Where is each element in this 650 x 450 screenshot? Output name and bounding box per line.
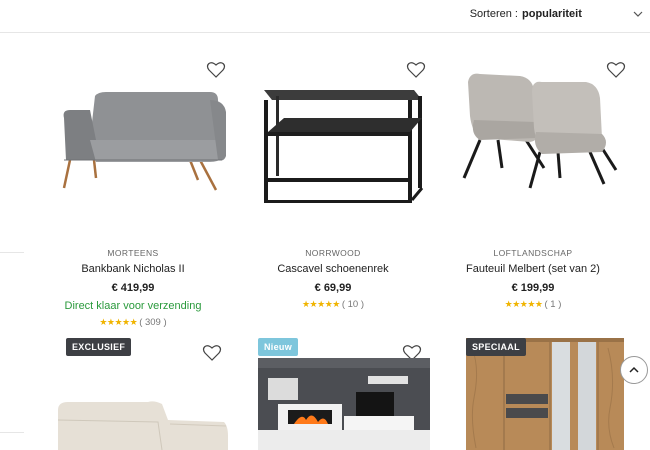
product-image-shoe-rack[interactable] <box>240 60 426 225</box>
review-count: ( 309 ) <box>139 317 167 328</box>
review-count: ( 10 ) <box>341 299 365 310</box>
product-name[interactable]: Fauteuil Melbert (set van 2) <box>440 263 626 275</box>
product-rating: ★★★★★ ( 10 ) <box>240 299 426 310</box>
product-image-chairs[interactable] <box>440 60 626 225</box>
chevron-down-icon <box>633 11 643 17</box>
product-price: € 199,99 <box>511 282 555 294</box>
filter-divider <box>0 252 24 253</box>
sort-bar: Sorteren : populariteit <box>0 0 650 33</box>
new-badge: Nieuw <box>258 338 299 356</box>
filter-divider <box>0 432 24 433</box>
sort-label: Sorteren : <box>469 8 518 20</box>
product-price: € 419,99 <box>111 282 155 294</box>
product-info: LOFTLANDSCHAP Fauteuil Melbert (set van … <box>440 248 626 310</box>
product-brand: LOFTLANDSCHAP <box>493 248 573 258</box>
star-rating-icon: ★★★★★ <box>504 299 543 309</box>
product-price: € 69,99 <box>314 282 352 294</box>
product-brand: MORTEENS <box>107 248 159 258</box>
sort-value: populariteit <box>522 8 582 20</box>
product-name[interactable]: Bankbank Nicholas II <box>40 263 226 275</box>
product-rating: ★★★★★ ( 1 ) <box>440 299 626 310</box>
product-brand: NORRWOOD <box>305 248 361 258</box>
exclusive-badge: EXCLUSIEF <box>66 338 132 356</box>
special-badge: SPECIAAL <box>466 338 526 356</box>
heart-icon[interactable] <box>206 60 226 80</box>
heart-icon[interactable] <box>202 343 222 363</box>
product-listing-page: Sorteren : populariteit MORTEENS Bankban… <box>0 0 650 450</box>
heart-icon[interactable] <box>606 60 626 80</box>
product-name[interactable]: Cascavel schoenenrek <box>240 263 426 275</box>
scroll-to-top-button[interactable] <box>620 356 648 384</box>
product-image-corner-sofa[interactable] <box>58 396 228 450</box>
product-info: NORRWOOD Cascavel schoenenrek € 69,99 ★★… <box>240 248 426 310</box>
star-rating-icon: ★★★★★ <box>301 299 340 309</box>
product-image-tv-wall-unit[interactable] <box>258 358 430 450</box>
heart-icon[interactable] <box>406 60 426 80</box>
chevron-up-icon <box>629 366 639 373</box>
star-rating-icon: ★★★★★ <box>99 317 138 327</box>
product-info: MORTEENS Bankbank Nicholas II € 419,99 D… <box>40 248 226 328</box>
product-image-sofa[interactable] <box>40 60 226 225</box>
sort-dropdown[interactable]: Sorteren : populariteit <box>470 8 644 20</box>
shipping-status: Direct klaar voor verzending <box>64 300 202 312</box>
product-rating: ★★★★★ ( 309 ) <box>40 317 226 328</box>
review-count: ( 1 ) <box>544 299 562 310</box>
